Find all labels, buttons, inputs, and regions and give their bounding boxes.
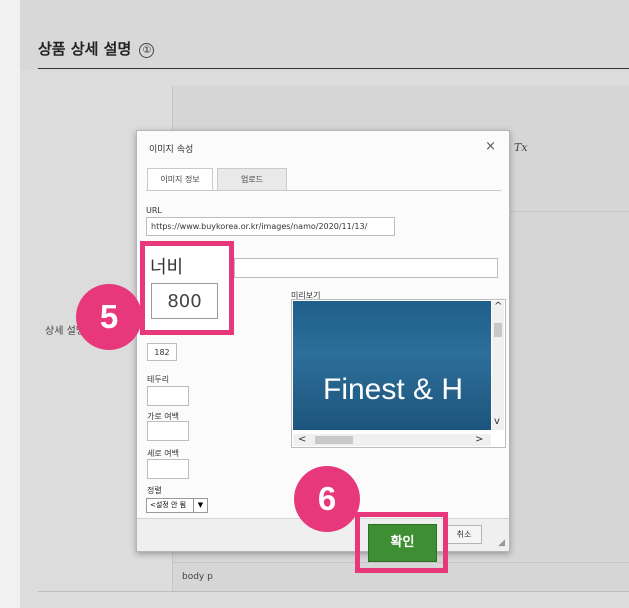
url-input[interactable]: https://www.buykorea.or.kr/images/namo/2… xyxy=(146,217,395,236)
step-badge-5: 5 xyxy=(76,284,142,350)
horizontal-scroll-thumb[interactable] xyxy=(315,436,353,444)
chevron-down-icon[interactable]: ▼ xyxy=(193,499,207,512)
scroll-right-icon[interactable]: > xyxy=(475,434,483,446)
section-title-text: 상품 상세 설명 xyxy=(38,40,132,58)
vspace-input[interactable] xyxy=(147,459,189,479)
remove-format-icon[interactable]: Tx xyxy=(514,141,528,154)
border-label: 테두리 xyxy=(147,375,170,384)
ok-button[interactable]: 확인 xyxy=(368,524,437,562)
title-divider xyxy=(38,68,629,69)
vertical-scroll-thumb[interactable] xyxy=(494,323,502,337)
info-icon[interactable]: ① xyxy=(139,43,155,58)
alt-text-input[interactable] xyxy=(234,258,498,278)
tab-upload[interactable]: 업로드 xyxy=(217,168,287,191)
scroll-up-icon[interactable]: ^ xyxy=(494,301,502,313)
bottom-divider xyxy=(38,591,629,592)
step-badge-6: 6 xyxy=(294,466,360,532)
height-input[interactable]: 182 xyxy=(147,343,177,361)
close-icon[interactable]: × xyxy=(485,139,496,154)
preview-image: Finest & H xyxy=(293,301,491,430)
border-input[interactable] xyxy=(147,386,189,406)
preview-vertical-scrollbar[interactable]: ^ v xyxy=(492,301,504,430)
width-label: 너비 xyxy=(150,257,184,278)
align-select-value: <설정 안 됨 xyxy=(150,501,187,509)
tab-image-info[interactable]: 이미지 정보 xyxy=(147,168,213,191)
width-input[interactable]: 800 xyxy=(151,283,218,319)
cancel-button[interactable]: 취소 xyxy=(446,525,482,544)
preview-horizontal-scrollbar[interactable]: < > xyxy=(293,434,491,446)
preview-image-text: Finest & H xyxy=(323,373,464,406)
width-field-highlight: 너비 800 xyxy=(140,241,234,335)
hspace-input[interactable] xyxy=(147,421,189,441)
ok-button-highlight: 확인 xyxy=(355,512,448,573)
image-preview: Finest & H ^ v < > xyxy=(291,299,506,448)
url-label: URL xyxy=(146,206,162,215)
resize-handle-icon[interactable]: ◢ xyxy=(498,538,505,548)
section-title: 상품 상세 설명 ① xyxy=(38,38,155,59)
scroll-down-icon[interactable]: v xyxy=(494,416,500,428)
page-header-area xyxy=(20,0,629,70)
scroll-left-icon[interactable]: < xyxy=(298,434,306,446)
vspace-label: 세로 여백 xyxy=(147,449,179,458)
dialog-title: 이미지 속성 xyxy=(149,145,194,155)
align-select[interactable]: <설정 안 됨 ▼ xyxy=(146,498,208,513)
align-label: 정렬 xyxy=(147,486,162,495)
